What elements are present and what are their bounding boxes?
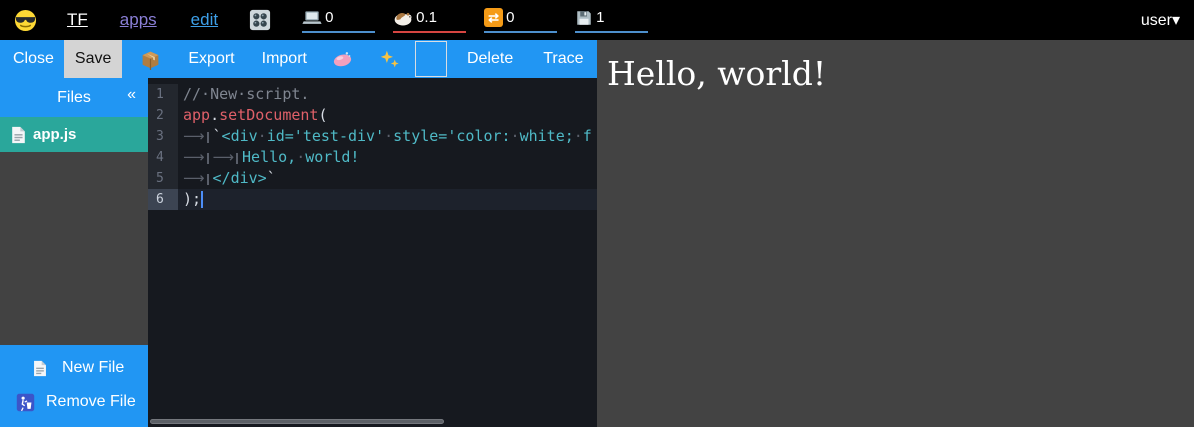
sidebar-empty-area [0, 152, 148, 345]
collapse-panel-button[interactable]: « [127, 86, 136, 104]
litter-bin-icon [16, 393, 35, 412]
link-tf[interactable]: TF [67, 10, 88, 30]
line-number: 3 [148, 126, 178, 147]
new-file-button[interactable]: New File [0, 351, 148, 385]
line-number: 6 [148, 189, 178, 210]
code-line-text: ⟶⟶Hello,·world! [178, 147, 359, 168]
preview-heading: Hello, world! [607, 54, 1194, 93]
stat-repeat-value: 0 [506, 9, 514, 27]
code-line[interactable]: 4⟶⟶Hello,·world! [148, 147, 597, 168]
laptop-icon [302, 9, 322, 27]
export-button[interactable]: Export [188, 50, 234, 68]
code-line[interactable]: 5⟶</div>` [148, 168, 597, 189]
code-line-text: ⟶`<div·id='test-div'·style='color:·white… [178, 126, 592, 147]
remove-file-button[interactable]: Remove File [0, 385, 148, 419]
stat-cpu-value: 0 [325, 9, 333, 27]
line-number: 1 [148, 84, 178, 105]
save-button[interactable]: Save [64, 40, 122, 78]
stat-save-field[interactable]: 1 [575, 7, 648, 33]
control-knobs-icon[interactable] [249, 9, 271, 31]
top-bar: TF apps edit 0 0.1 ⇄ 0 [0, 0, 1194, 40]
text-cursor [201, 191, 203, 208]
toolbar-empty-input[interactable] [415, 41, 447, 77]
code-lines: 1//·New·script.2app.setDocument(3⟶`<div·… [148, 78, 597, 210]
editor-toolbar: Close Save Export Import Delete Trace [0, 40, 597, 78]
import-button[interactable]: Import [262, 50, 307, 68]
user-menu[interactable]: user▾ [1141, 10, 1180, 30]
horizontal-scrollbar [148, 417, 597, 427]
line-number: 4 [148, 147, 178, 168]
code-line-text: app.setDocument( [178, 105, 328, 126]
files-panel-title: Files [57, 89, 91, 107]
files-sidebar: Files « app.js New File [0, 78, 148, 427]
line-number: 5 [148, 168, 178, 189]
hamster-icon [393, 10, 413, 26]
repeat-icon: ⇄ [484, 8, 503, 27]
file-item-label: app.js [33, 126, 76, 143]
code-line-text: ); [178, 189, 203, 210]
package-icon[interactable] [140, 49, 161, 70]
code-editor[interactable]: 1//·New·script.2app.setDocument(3⟶`<div·… [148, 78, 597, 427]
soap-icon[interactable] [332, 49, 353, 70]
line-number: 2 [148, 105, 178, 126]
sparkles-icon[interactable] [379, 49, 400, 70]
file-page-icon [11, 126, 26, 144]
stat-cpu-field[interactable]: 0 [302, 7, 375, 33]
stat-repeat-field[interactable]: ⇄ 0 [484, 7, 557, 33]
sidebar-actions: New File Remove File [0, 345, 148, 427]
floppy-icon [575, 9, 593, 27]
file-item-appjs[interactable]: app.js [0, 117, 148, 152]
new-file-icon [33, 360, 47, 377]
sunglasses-face-icon [14, 9, 37, 32]
trace-button[interactable]: Trace [543, 50, 583, 68]
new-file-label: New File [62, 359, 124, 377]
code-line-text: //·New·script. [178, 84, 309, 105]
code-line[interactable]: 6); [148, 189, 597, 210]
stat-saves-value: 1 [596, 9, 604, 27]
code-line[interactable]: 3⟶`<div·id='test-div'·style='color:·whit… [148, 126, 597, 147]
files-panel-header: Files « [0, 78, 148, 117]
horizontal-scrollbar-thumb[interactable] [150, 419, 444, 424]
close-button[interactable]: Close [13, 50, 54, 68]
code-line-text: ⟶</div>` [178, 168, 276, 189]
preview-pane: Hello, world! [597, 40, 1194, 427]
remove-file-label: Remove File [46, 393, 136, 411]
stat-hamster-value: 0.1 [416, 9, 437, 27]
link-edit[interactable]: edit [191, 10, 218, 30]
stat-hamster-field[interactable]: 0.1 [393, 7, 466, 33]
code-line[interactable]: 1//·New·script. [148, 84, 597, 105]
code-line[interactable]: 2app.setDocument( [148, 105, 597, 126]
link-apps[interactable]: apps [120, 10, 157, 30]
delete-button[interactable]: Delete [467, 50, 513, 68]
